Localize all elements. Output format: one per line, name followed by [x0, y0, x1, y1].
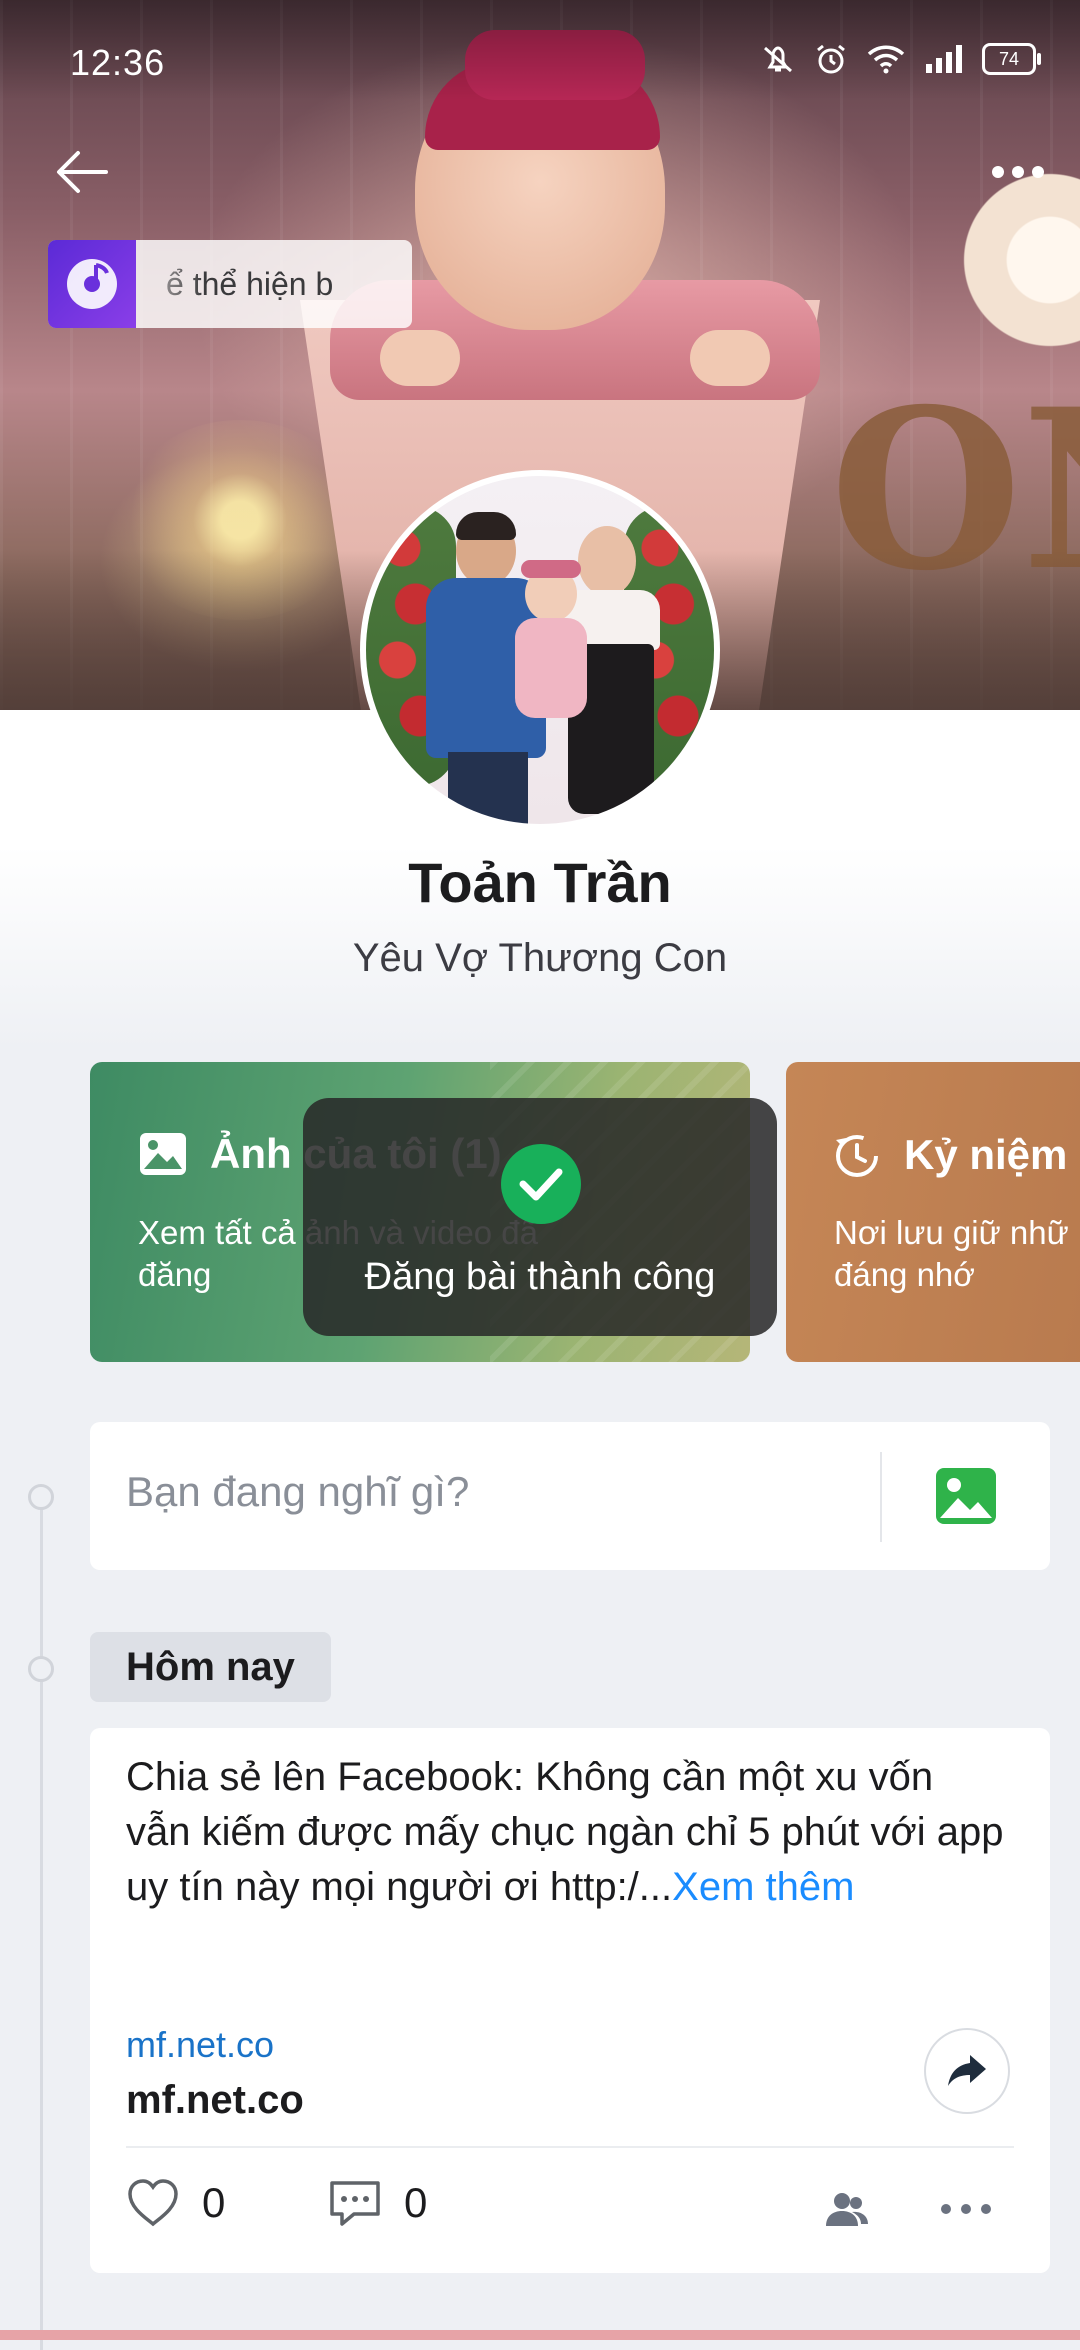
alarm-icon: [817, 44, 845, 74]
more-horizontal-icon: [941, 2204, 991, 2214]
post-card[interactable]: Chia sẻ lên Facebook: Không cần một xu v…: [90, 1728, 1050, 2273]
share-button[interactable]: [924, 2028, 1010, 2114]
comment-count: 0: [404, 2179, 428, 2226]
check-circle-icon: [501, 1144, 581, 1224]
music-title: ể thể hiện b: [166, 265, 334, 302]
comment-button[interactable]: 0: [328, 2178, 427, 2228]
battery-icon: 74: [982, 43, 1041, 75]
image-icon: [140, 1133, 186, 1175]
next-post-edge: [0, 2330, 1080, 2340]
memories-description-line: Nơi lưu giữ nhữ: [834, 1214, 1069, 1251]
toast-message: Đăng bài thành công: [364, 1256, 716, 1298]
comment-icon: [330, 2181, 380, 2226]
memories-card[interactable]: Kỷ niệm n Nơi lưu giữ nhữ đáng nhớ: [786, 1062, 1080, 1362]
timeline-date-label: Hôm nay: [90, 1632, 331, 1702]
status-bar: 12:36 74: [0, 0, 1080, 100]
post-text: Chia sẻ lên Facebook: Không cần một xu v…: [126, 1750, 1006, 1915]
mute-icon: [764, 46, 792, 73]
profile-name: Toản Trần: [408, 851, 672, 914]
timeline-dot: [28, 1656, 54, 1682]
timeline-dot: [28, 1484, 54, 1510]
avatar-baby: [511, 560, 591, 726]
link-title[interactable]: mf.net.co: [126, 2078, 304, 2123]
share-arrow-icon: [948, 2055, 986, 2086]
arrow-left-icon: [57, 151, 108, 193]
cover-baby-hand: [690, 330, 770, 386]
post-more-button[interactable]: [936, 2184, 996, 2234]
memories-description-line: đáng nhớ: [834, 1256, 975, 1293]
wifi-icon: [867, 45, 905, 74]
success-toast: Đăng bài thành công: [303, 1098, 777, 1336]
status-icons: 74: [760, 42, 1041, 76]
more-horizontal-icon: [992, 166, 1044, 178]
memory-clock-icon: [836, 1135, 878, 1177]
post-body: Chia sẻ lên Facebook: Không cần một xu v…: [126, 1755, 1004, 1909]
cover-baby-hand: [380, 330, 460, 386]
memories-heading: Kỷ niệm n: [832, 1130, 1080, 1180]
status-time: 12:36: [70, 42, 166, 83]
more-options-button[interactable]: [970, 130, 1066, 214]
link-domain[interactable]: mf.net.co: [126, 2024, 274, 2066]
composer-divider: [880, 1452, 882, 1542]
memories-title: Kỷ niệm n: [904, 1131, 1080, 1178]
signal-icon: [926, 45, 962, 73]
profile-bio[interactable]: Yêu Vợ Thương Con: [0, 936, 1080, 981]
like-button[interactable]: 0: [126, 2178, 225, 2228]
heart-icon: [128, 2179, 178, 2227]
like-count: 0: [202, 2179, 226, 2226]
post-composer[interactable]: Bạn đang nghĩ gì?: [90, 1422, 1050, 1570]
memories-description: Nơi lưu giữ nhữ đáng nhớ: [834, 1212, 1080, 1296]
music-disc-icon: [48, 240, 136, 328]
post-divider: [126, 2146, 1014, 2148]
timeline-line: [40, 1500, 43, 2350]
friends-privacy-icon[interactable]: [822, 2186, 872, 2236]
composer-input[interactable]: Bạn đang nghĩ gì?: [126, 1468, 469, 1516]
avatar[interactable]: [360, 470, 720, 830]
photo-icon[interactable]: [934, 1464, 998, 1528]
profile-music-chip[interactable]: ể thể hiện b: [48, 240, 412, 328]
see-more-link[interactable]: Xem thêm: [672, 1865, 854, 1909]
back-button[interactable]: [40, 130, 124, 214]
